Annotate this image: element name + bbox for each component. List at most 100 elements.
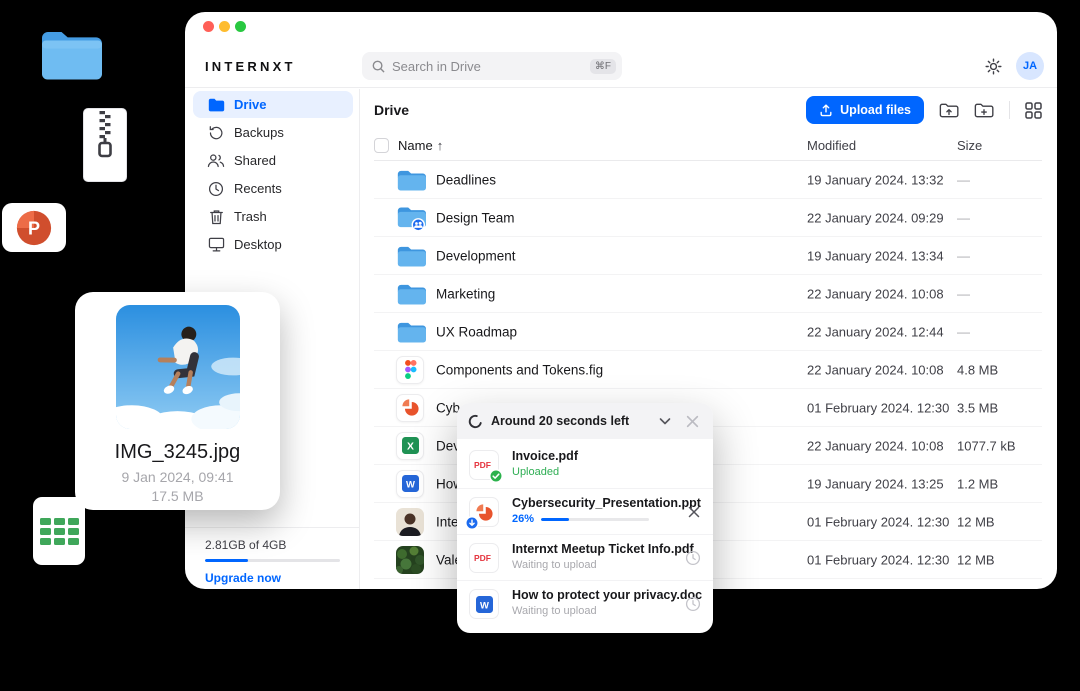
grid-view-button[interactable] [1025,102,1042,119]
recents-clock-icon [207,181,225,197]
table-row[interactable]: Development 19 January 2024. 13:34 — [374,237,1042,275]
upload-item: PDF Internxt Meetup Ticket Info.pdf Wait… [457,534,713,580]
chevron-down-icon [657,413,673,429]
cancel-upload-button[interactable] [687,505,701,519]
file-size: — [957,324,970,339]
table-row[interactable]: Design Team 22 January 2024. 09:29 — [374,199,1042,237]
table-row[interactable]: Deadlines 19 January 2024. 13:32 — [374,161,1042,199]
file-size: — [957,286,970,301]
upload-item: W How to protect your privacy.doc Waitin… [457,580,713,626]
file-modified: 19 January 2024. 13:34 [807,248,944,263]
search-placeholder: Search in Drive [392,59,481,74]
file-name: Marketing [436,286,495,301]
ppt-file-icon [469,497,499,527]
file-size: 4.8 MB [957,362,998,377]
svg-text:P: P [28,218,40,238]
sort-arrow-icon: ↑ [437,138,444,153]
folder-upload-icon [939,102,959,119]
upgrade-link[interactable]: Upgrade now [205,571,339,585]
folder-icon [396,167,426,192]
sidebar-item-drive[interactable]: Drive [193,91,353,118]
sidebar-item-backups[interactable]: Backups [193,119,353,146]
column-header-modified[interactable]: Modified [807,138,856,153]
file-size: 1077.7 kB [957,438,1016,453]
photo-thumbnail [116,305,240,429]
upload-popup-header: Around 20 seconds left [457,403,713,439]
file-name: Development [436,248,516,263]
image-date: 9 Jan 2024, 09:41 [75,469,280,485]
file-name: Design Team [436,210,515,225]
upload-status-row: Uploaded [512,466,559,478]
image-size: 17.5 MB [75,488,280,504]
upload-progress-bar [541,518,649,521]
file-modified: 22 January 2024. 10:08 [807,438,944,453]
upload-folder-button[interactable] [939,102,959,119]
folder-plus-icon [974,102,994,119]
file-size: — [957,172,970,187]
photo-portrait-icon [396,508,424,536]
select-all-checkbox[interactable] [374,138,389,153]
svg-text:W: W [480,600,489,611]
new-folder-button[interactable] [974,102,994,119]
folder-icon [396,319,426,344]
table-row[interactable]: UX Roadmap 22 January 2024. 12:44 — [374,313,1042,351]
waiting-clock-icon [685,550,701,566]
storage-bar-fill [205,559,248,562]
file-modified: 22 January 2024. 10:08 [807,362,944,377]
fig-icon [396,356,424,384]
uploaded-check-badge [489,469,503,483]
upload-icon [819,103,833,117]
close-popup-button[interactable] [683,412,702,431]
shared-people-icon [207,153,225,168]
sidebar-item-label: Drive [234,97,267,112]
file-name: Deadlines [436,172,496,187]
table-row[interactable]: Components and Tokens.fig 22 January 202… [374,351,1042,389]
account-avatar[interactable]: JA [1016,52,1044,80]
doc-file-icon: W [469,589,499,619]
sidebar-item-recents[interactable]: Recents [193,175,353,202]
svg-text:X: X [407,441,414,452]
table-row[interactable]: Marketing 22 January 2024. 10:08 — [374,275,1042,313]
file-size: 1.2 MB [957,476,998,491]
internxt-logo: INTERNXT [205,59,296,74]
storage-panel: 2.81GB of 4GB Upgrade now [185,527,359,589]
file-size: 3.5 MB [957,400,998,415]
marketing-canvas: P IMG_3245.jpg 9 Ja [0,0,1080,691]
close-icon [685,414,700,429]
upload-files-button[interactable]: Upload files [806,96,924,124]
file-size: — [957,248,970,263]
file-modified: 01 February 2024. 12:30 [807,514,949,529]
upload-file-name: Cybersecurity_Presentation.ppt [512,496,701,510]
xls-icon: X [396,432,424,460]
sidebar-item-trash[interactable]: Trash [193,203,353,230]
storage-usage-label: 2.81GB of 4GB [205,538,339,552]
drive-folder-icon [207,98,225,112]
table-header: Name↑ Modified Size [374,131,1042,161]
grid-view-icon [1025,102,1042,119]
sidebar-item-desktop[interactable]: Desktop [193,231,353,258]
sidebar-item-label: Desktop [234,237,282,252]
upload-percent: 26% [512,513,534,525]
upload-file-name: Internxt Meetup Ticket Info.pdf [512,542,694,556]
uploading-arrow-badge [465,516,479,530]
toolbar-divider [1009,101,1010,119]
column-header-size[interactable]: Size [957,138,982,153]
folder-icon [396,243,426,268]
pdf-file-icon: PDF [469,543,499,573]
search-input[interactable]: Search in Drive ⌘F [362,52,622,80]
search-shortcut-badge: ⌘F [590,59,616,74]
collapse-popup-button[interactable] [655,411,675,431]
upload-status: Waiting to upload [512,605,597,617]
desktop-folder-icon [38,27,105,90]
zip-file-icon [83,108,127,187]
topbar: INTERNXT Search in Drive ⌘F JA [185,12,1057,88]
settings-button[interactable] [984,57,1003,76]
file-modified: 19 January 2024. 13:32 [807,172,944,187]
spinner-icon [468,414,483,429]
folder-icon [396,281,426,306]
sidebar-item-shared[interactable]: Shared [193,147,353,174]
waiting-clock-icon [685,596,701,612]
column-header-name[interactable]: Name↑ [398,138,443,153]
image-file-card: IMG_3245.jpg 9 Jan 2024, 09:41 17.5 MB [75,292,280,510]
file-modified: 22 January 2024. 10:08 [807,286,944,301]
